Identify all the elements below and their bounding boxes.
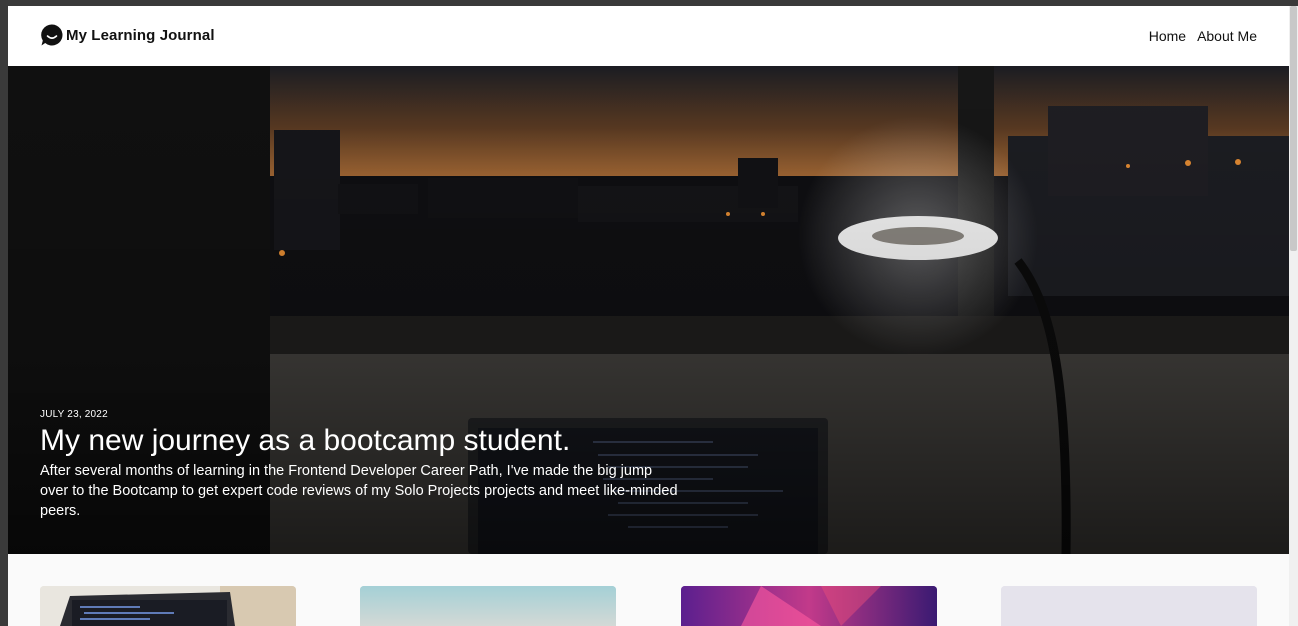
brand[interactable]: My Learning Journal: [40, 23, 215, 47]
scrollbar-thumb[interactable]: [1290, 6, 1297, 251]
hero-title[interactable]: My new journey as a bootcamp student.: [40, 424, 680, 458]
post-card[interactable]: [681, 586, 937, 626]
sky-landscape-image: [360, 586, 616, 626]
site-header: My Learning Journal Home About Me: [8, 6, 1289, 66]
lavender-image: [1001, 586, 1257, 626]
post-cards: [8, 586, 1289, 626]
nav-about-link[interactable]: About Me: [1197, 28, 1257, 44]
nav-home-link[interactable]: Home: [1149, 28, 1186, 44]
post-card[interactable]: [1001, 586, 1257, 626]
main-nav: Home About Me: [1149, 28, 1257, 44]
vertical-scrollbar[interactable]: [1289, 6, 1298, 626]
post-card[interactable]: [40, 586, 296, 626]
post-date: JULY 23, 2022: [40, 409, 108, 420]
post-card[interactable]: [360, 586, 616, 626]
purple-abstract-image: [681, 586, 937, 626]
laptop-code-image: [40, 586, 296, 626]
site-title: My Learning Journal: [66, 26, 215, 44]
hero-section[interactable]: JULY 23, 2022 My new journey as a bootca…: [8, 66, 1289, 554]
browser-viewport: My Learning Journal Home About Me JULY 2…: [8, 6, 1289, 626]
chat-bubble-icon: [41, 24, 63, 46]
hero-description: After several months of learning in the …: [40, 463, 678, 519]
hero-text: JULY 23, 2022 My new journey as a bootca…: [40, 409, 680, 521]
